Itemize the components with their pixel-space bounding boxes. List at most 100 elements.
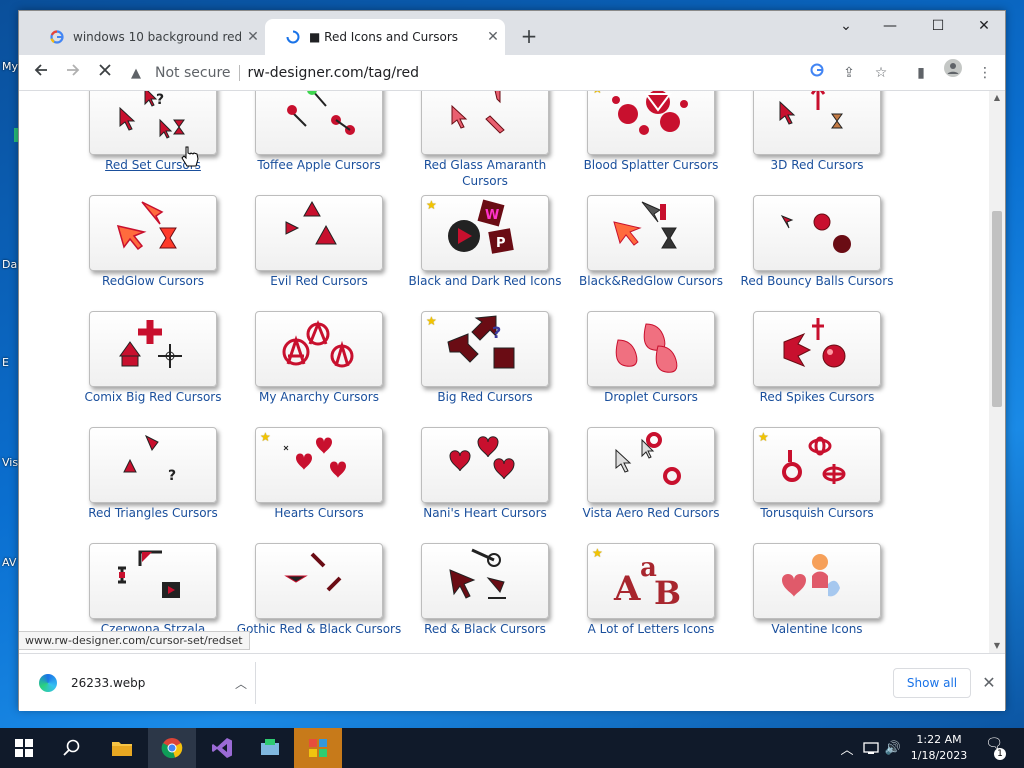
cursor-set-preview[interactable]: ★: [753, 427, 881, 503]
chevron-up-icon[interactable]: ︿: [838, 728, 856, 768]
cursor-set-link[interactable]: Big Red Cursors: [402, 389, 568, 405]
vertical-scrollbar[interactable]: ▲ ▼: [989, 91, 1005, 653]
cursor-set-preview[interactable]: [89, 195, 217, 271]
cursor-set-preview[interactable]: W P ★: [421, 195, 549, 271]
show-all-button[interactable]: Show all: [893, 668, 971, 698]
cursor-set-preview[interactable]: [255, 195, 383, 271]
cursor-set-link[interactable]: Vista Aero Red Cursors: [568, 505, 734, 521]
tab-red-icons[interactable]: ■ Red Icons and Cursors ✕: [265, 19, 505, 55]
gallery-card[interactable]: Comix Big Red Cursors: [85, 311, 255, 427]
cursor-set-preview[interactable]: [753, 311, 881, 387]
share-icon[interactable]: ⇪: [835, 59, 863, 87]
profile-avatar-icon[interactable]: [939, 59, 967, 87]
gallery-card[interactable]: Nani's Heart Cursors: [421, 427, 587, 543]
minimize-button[interactable]: —: [867, 11, 913, 43]
app-taskbar-button[interactable]: [246, 728, 294, 768]
gallery-card[interactable]: Vista Aero Red Cursors: [583, 427, 753, 543]
cursor-set-link[interactable]: Torusquish Cursors: [734, 505, 900, 521]
security-status[interactable]: Not secure: [155, 65, 231, 81]
cursor-set-preview[interactable]: [421, 543, 549, 619]
search-button[interactable]: [48, 728, 96, 768]
forward-button[interactable]: [59, 59, 87, 87]
back-button[interactable]: [27, 59, 55, 87]
chevron-up-icon[interactable]: ︿: [229, 675, 253, 692]
gallery-card[interactable]: Red & Black Cursors: [421, 543, 587, 653]
close-window-button[interactable]: ✕: [961, 11, 1007, 43]
tab-google-search[interactable]: windows 10 background red - Go ✕: [29, 19, 265, 55]
maximize-button[interactable]: ☐: [915, 11, 961, 43]
close-downloads-icon[interactable]: ✕: [977, 668, 1001, 698]
cursor-set-link[interactable]: RedGlow Cursors: [70, 273, 236, 289]
scrollbar-thumb[interactable]: [992, 211, 1002, 407]
cursor-set-preview[interactable]: ?: [89, 427, 217, 503]
cursor-set-link[interactable]: Droplet Cursors: [568, 389, 734, 405]
cursor-set-preview[interactable]: ★: [255, 427, 383, 503]
cursor-set-preview[interactable]: [753, 195, 881, 271]
cursor-set-preview[interactable]: [255, 543, 383, 619]
cursor-set-link[interactable]: Red Bouncy Balls Cursors: [734, 273, 900, 289]
gallery-card[interactable]: RedGlow Cursors: [89, 195, 255, 311]
cursor-set-preview[interactable]: [421, 91, 549, 155]
google-lens-icon[interactable]: [803, 59, 831, 87]
tab-close-icon[interactable]: ✕: [241, 29, 265, 45]
gallery-card[interactable]: Droplet Cursors: [587, 311, 753, 427]
scroll-up-icon[interactable]: ▲: [989, 91, 1005, 105]
warning-triangle-icon[interactable]: ▲: [131, 66, 147, 81]
tab-close-icon[interactable]: ✕: [481, 29, 505, 45]
cursor-set-preview[interactable]: [421, 427, 549, 503]
cursor-set-link[interactable]: Evil Red Cursors: [236, 273, 402, 289]
cursor-set-preview[interactable]: [753, 91, 881, 155]
cursor-set-link[interactable]: Red Triangles Cursors: [70, 505, 236, 521]
network-icon[interactable]: [860, 728, 882, 768]
gallery-card[interactable]: ? Red Set Cursors: [89, 91, 255, 195]
url-text[interactable]: rw-designer.com/tag/red: [248, 65, 419, 81]
cursor-set-preview[interactable]: [753, 543, 881, 619]
notifications-button[interactable]: 🗨 1: [982, 736, 1006, 760]
cursor-set-link[interactable]: Red & Black Cursors: [402, 621, 568, 637]
scroll-down-icon[interactable]: ▼: [989, 639, 1005, 653]
visual-studio-button[interactable]: [198, 728, 246, 768]
gallery-card[interactable]: A a B ★ A Lot of Letters Icons: [587, 543, 753, 653]
cursor-set-link[interactable]: Hearts Cursors: [236, 505, 402, 521]
volume-icon[interactable]: 🔊: [882, 728, 904, 768]
cursor-set-link[interactable]: Toffee Apple Cursors: [236, 157, 402, 173]
gallery-card[interactable]: ★ Hearts Cursors: [255, 427, 421, 543]
cursor-set-preview[interactable]: [255, 311, 383, 387]
gallery-card[interactable]: Red Spikes Cursors: [753, 311, 919, 427]
cursor-set-link[interactable]: Black&RedGlow Cursors: [568, 273, 734, 289]
gallery-card[interactable]: Red Bouncy Balls Cursors: [741, 195, 919, 311]
side-panel-icon[interactable]: ▮: [907, 59, 935, 87]
address-bar[interactable]: ▲ Not secure rw-designer.com/tag/red: [123, 59, 893, 87]
cursor-set-preview[interactable]: [587, 195, 715, 271]
cursor-set-link[interactable]: Blood Splatter Cursors: [568, 157, 734, 173]
desktop-icon-label[interactable]: E: [2, 356, 9, 369]
gallery-card[interactable]: ★ Torusquish Cursors: [753, 427, 919, 543]
gallery-card[interactable]: Evil Red Cursors: [255, 195, 421, 311]
cursor-set-link[interactable]: Valentine Icons: [734, 621, 900, 637]
gallery-card[interactable]: Black&RedGlow Cursors: [579, 195, 753, 311]
menu-kebab-icon[interactable]: ⋮: [971, 59, 999, 87]
cursor-set-preview[interactable]: ? ★: [421, 311, 549, 387]
gallery-card[interactable]: ? ★ Big Red Cursors: [421, 311, 587, 427]
download-item[interactable]: 26233.webp ︿: [29, 664, 253, 702]
cursor-set-preview[interactable]: [255, 91, 383, 155]
start-button[interactable]: [0, 728, 48, 768]
desktop-icon-label[interactable]: AV: [2, 556, 16, 569]
cursor-set-link[interactable]: Nani's Heart Cursors: [402, 505, 568, 521]
gallery-card[interactable]: My Anarchy Cursors: [255, 311, 421, 427]
desktop-icon-label[interactable]: Vis: [2, 456, 18, 469]
cursor-set-link[interactable]: 3D Red Cursors: [734, 157, 900, 173]
cursor-set-preview[interactable]: [89, 311, 217, 387]
cursor-set-preview[interactable]: [587, 427, 715, 503]
cursor-set-preview[interactable]: [587, 311, 715, 387]
stop-loading-button[interactable]: [91, 59, 119, 87]
cursor-set-link[interactable]: Red Spikes Cursors: [734, 389, 900, 405]
gallery-card[interactable]: ★Blood Splatter Cursors: [584, 91, 753, 195]
desktop-icon-label[interactable]: Da: [2, 258, 17, 271]
taskbar-clock[interactable]: 1:22 AM 1/18/2023: [906, 732, 972, 764]
cursor-set-preview[interactable]: A a B ★: [587, 543, 715, 619]
gallery-card[interactable]: W P ★ Black and Dark Red Icons: [409, 195, 587, 311]
cursor-set-preview[interactable]: ★: [587, 91, 715, 155]
gallery-card[interactable]: Toffee Apple Cursors: [255, 91, 421, 195]
app-taskbar-button-2[interactable]: [294, 728, 342, 768]
